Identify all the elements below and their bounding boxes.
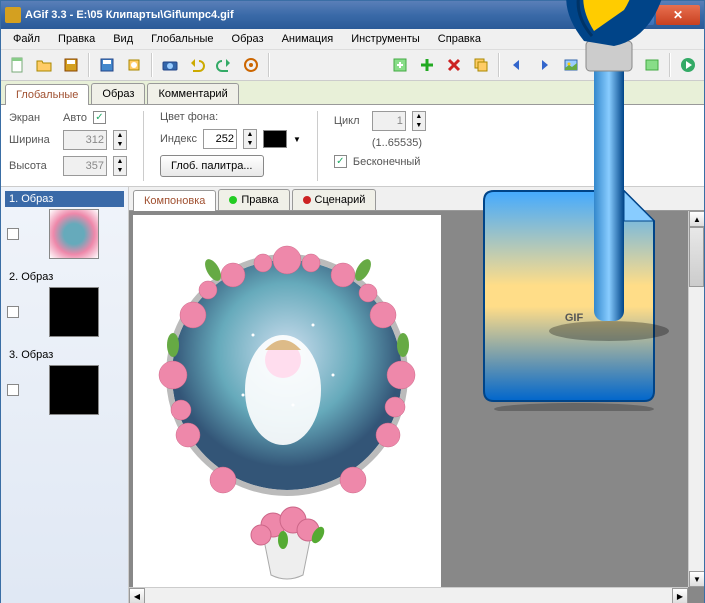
app-icon (5, 7, 21, 23)
canvas-area[interactable]: ▲ ▼ ◀ ▶ (129, 211, 704, 603)
preview-icon[interactable] (239, 53, 263, 77)
camera-icon[interactable] (158, 53, 182, 77)
frame-thumbnail (49, 365, 99, 415)
open-file-icon[interactable] (32, 53, 56, 77)
menu-help[interactable]: Справка (430, 31, 489, 47)
editor-tabs: Компоновка Правка Сценарий (129, 187, 704, 211)
infinite-checkbox[interactable]: ✓ (334, 155, 347, 168)
loop-spinner[interactable]: ▲▼ (412, 111, 426, 131)
index-spinner[interactable]: ▲▼ (243, 129, 257, 149)
frame-thumbnail (49, 287, 99, 337)
index-input[interactable] (203, 129, 237, 149)
horizontal-scrollbar[interactable]: ◀ ▶ (129, 587, 688, 603)
screen-label: Экран (9, 112, 57, 124)
scroll-thumb[interactable] (689, 227, 704, 287)
global-palette-button[interactable]: Глоб. палитра... (160, 155, 264, 177)
frame-item-1[interactable]: 1. Образ (3, 189, 126, 263)
vertical-scrollbar[interactable]: ▲ ▼ (688, 211, 704, 587)
frame-label: 2. Образ (5, 269, 124, 285)
frame-list[interactable]: 1. Образ 2. Образ 3. Образ (1, 187, 129, 603)
auto-label: Авто (63, 112, 87, 124)
menu-edit[interactable]: Правка (50, 31, 103, 47)
palette-tool-icon[interactable] (586, 53, 610, 77)
frame-item-2[interactable]: 2. Образ (3, 267, 126, 341)
add-icon[interactable] (415, 53, 439, 77)
tab-globals[interactable]: Глобальные (5, 84, 89, 105)
menu-bar: Файл Правка Вид Глобальные Образ Анимаци… (1, 29, 704, 49)
frame-label: 3. Образ (5, 347, 124, 363)
scroll-up-icon[interactable]: ▲ (689, 211, 704, 227)
toolbar (1, 49, 704, 81)
minimize-button[interactable]: ─ (596, 5, 624, 25)
bgcolor-swatch[interactable] (263, 130, 287, 148)
dot-icon (303, 196, 311, 204)
tab-script[interactable]: Сценарий (292, 189, 377, 210)
close-button[interactable]: ✕ (656, 5, 700, 25)
move-left-icon[interactable] (505, 53, 529, 77)
height-spinner[interactable]: ▲▼ (113, 156, 127, 176)
index-label: Индекс (160, 133, 197, 145)
tab-comment[interactable]: Комментарий (147, 83, 238, 104)
export-icon[interactable] (122, 53, 146, 77)
width-label: Ширина (9, 134, 57, 146)
tab-edit[interactable]: Правка (218, 189, 289, 210)
menu-animation[interactable]: Анимация (274, 31, 342, 47)
menu-globals[interactable]: Глобальные (143, 31, 221, 47)
main-area: 1. Образ 2. Образ 3. Образ Компоновка Пр (1, 187, 704, 603)
frame-label: 1. Образ (5, 191, 124, 207)
frame-checkbox[interactable] (7, 306, 19, 318)
width-spinner[interactable]: ▲▼ (113, 130, 127, 150)
menu-view[interactable]: Вид (105, 31, 141, 47)
remove-icon[interactable] (442, 53, 466, 77)
scroll-right-icon[interactable]: ▶ (672, 588, 688, 603)
canvas-content (133, 215, 441, 595)
window-buttons: ─ ☐ ✕ (596, 5, 700, 25)
frame-checkbox[interactable] (7, 384, 19, 396)
frame-thumbnail (49, 209, 99, 259)
frame-item-3[interactable]: 3. Образ (3, 345, 126, 419)
new-file-icon[interactable] (5, 53, 29, 77)
add-frame-icon[interactable] (388, 53, 412, 77)
scroll-left-icon[interactable]: ◀ (129, 588, 145, 603)
auto-checkbox[interactable]: ✓ (93, 111, 106, 124)
height-input[interactable] (63, 156, 107, 176)
settings-tool-icon[interactable] (640, 53, 664, 77)
menu-file[interactable]: Файл (5, 31, 48, 47)
scroll-down-icon[interactable]: ▼ (689, 571, 704, 587)
dot-icon (229, 196, 237, 204)
editor: Компоновка Правка Сценарий (129, 187, 704, 603)
height-label: Высота (9, 160, 57, 172)
loop-range: (1..65535) (372, 137, 422, 149)
frame-checkbox[interactable] (7, 228, 19, 240)
save-all-icon[interactable] (95, 53, 119, 77)
undo-icon[interactable] (185, 53, 209, 77)
menu-image[interactable]: Образ (224, 31, 272, 47)
settings-panel: Экран Авто ✓ Ширина ▲▼ Высота ▲▼ Цвет фо… (1, 105, 704, 187)
infinite-label: Бесконечный (353, 156, 421, 168)
loop-label: Цикл (334, 115, 366, 127)
save-icon[interactable] (59, 53, 83, 77)
maximize-button[interactable]: ☐ (626, 5, 654, 25)
image-tool-icon[interactable] (559, 53, 583, 77)
move-right-icon[interactable] (532, 53, 556, 77)
canvas[interactable] (133, 215, 441, 595)
bgcolor-label: Цвет фона: (160, 111, 218, 123)
main-tabs: Глобальные Образ Комментарий (1, 81, 704, 105)
effects-icon[interactable] (613, 53, 637, 77)
title-bar: AGif 3.3 - E:\05 Клипарты\Gif\umpc4.gif … (1, 1, 704, 29)
tab-image[interactable]: Образ (91, 83, 145, 104)
menu-tools[interactable]: Инструменты (343, 31, 428, 47)
play-icon[interactable] (676, 53, 700, 77)
loop-input[interactable] (372, 111, 406, 131)
tab-layout[interactable]: Компоновка (133, 190, 216, 211)
duplicate-icon[interactable] (469, 53, 493, 77)
width-input[interactable] (63, 130, 107, 150)
window-title: AGif 3.3 - E:\05 Клипарты\Gif\umpc4.gif (25, 9, 596, 21)
swatch-dropdown-icon[interactable]: ▼ (293, 135, 301, 144)
redo-icon[interactable] (212, 53, 236, 77)
